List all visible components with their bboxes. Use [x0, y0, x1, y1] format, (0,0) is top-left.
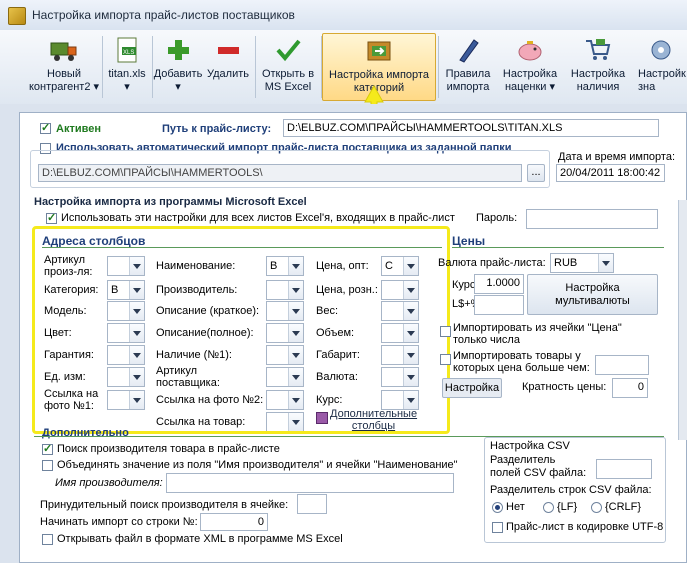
csv-row-sep-label: Разделитель строк CSV файла:	[490, 484, 652, 496]
manufacturer-name-input[interactable]	[166, 473, 454, 493]
import-rules-button[interactable]: Правила импорта	[440, 33, 496, 101]
price-multiplicity-label: Кратность цены:	[522, 381, 607, 393]
start-row-label: Начинать импорт со строки №:	[40, 516, 198, 528]
use-all-sheets-checkbox[interactable]	[46, 211, 57, 224]
csv-title: Настройка CSV	[490, 440, 570, 452]
csv-option-none-label: Нет	[506, 501, 525, 513]
scrollbar[interactable]	[678, 200, 687, 440]
settings-icon	[651, 40, 670, 60]
import-price-numbers-label: Импортировать из ячейки "Цена" только чи…	[453, 322, 622, 346]
import-price-above-label: Импортировать товары у которых цена боль…	[453, 350, 590, 374]
minus-icon	[218, 47, 239, 54]
percent-input[interactable]	[474, 295, 524, 315]
availability-settings-button[interactable]: Настройка наличия	[566, 33, 630, 101]
pen-icon	[459, 39, 479, 63]
csv-field-sep-label: Разделитель полей CSV файла:	[490, 454, 587, 479]
open-xml-label: Открывать файл в формате XML в программе…	[57, 533, 343, 545]
categories-icon	[367, 41, 391, 61]
search-manufacturer-label: Поиск производителя товара в прайс-листе	[57, 443, 280, 455]
open-xml-checkbox[interactable]	[42, 534, 53, 545]
excel-settings-title: Настройка импорта из программы Microsoft…	[34, 196, 307, 208]
price-above-input[interactable]	[595, 355, 649, 375]
toolbar: Новый контрагент2 ▾ XLS titan.xls ▾ Доба…	[0, 30, 687, 105]
utf8-label: Прайс-лист в кодировке UTF-8	[506, 521, 664, 533]
add-button[interactable]: Добавить ▾	[152, 33, 204, 101]
toolbar-separator	[102, 36, 103, 98]
setting-button[interactable]: Настройка	[442, 378, 502, 398]
csv-option-crlf[interactable]	[591, 502, 602, 513]
path-input[interactable]: D:\ELBUZ.COM\ПРАЙСЫ\HAMMERTOOLS\TITAN.XL…	[283, 119, 659, 137]
csv-option-lf[interactable]	[543, 502, 554, 513]
path-label: Путь к прайс-листу:	[162, 123, 272, 135]
csv-option-crlf-label: {CRLF}	[605, 501, 642, 513]
chevron-down-icon	[598, 254, 613, 272]
import-price-numbers-checkbox[interactable]	[440, 326, 451, 337]
xls-file-icon: XLS	[117, 37, 137, 63]
markup-settings-button[interactable]: Настройка наценки ▾	[498, 33, 562, 101]
new-contractor-button[interactable]: Новый контрагент2 ▾	[28, 33, 100, 101]
import-price-above-checkbox[interactable]	[440, 354, 451, 365]
checkmark-icon	[276, 39, 301, 62]
truck-icon	[50, 42, 77, 61]
prices-title-underline	[452, 247, 664, 248]
file-select-button[interactable]: XLS titan.xls ▾	[104, 33, 150, 101]
svg-text:XLS: XLS	[123, 50, 134, 56]
open-in-excel-button[interactable]: Открыть в MS Excel	[257, 33, 319, 101]
csv-field-sep-input[interactable]	[596, 459, 652, 479]
more-settings-button[interactable]: Настройк зна	[634, 33, 687, 101]
price-multiplicity-input[interactable]: 0	[612, 378, 648, 398]
cart-icon	[586, 39, 611, 60]
use-all-sheets-label: Использовать эти настройки для всех лист…	[61, 212, 455, 224]
additional-title: Дополнительно	[42, 427, 129, 439]
delete-button[interactable]: Удалить	[204, 33, 252, 101]
toolbar-separator	[255, 36, 256, 98]
prices-title: Цены	[452, 234, 486, 248]
browse-folder-button[interactable]: ...	[527, 164, 545, 182]
csv-option-lf-label: {LF}	[557, 501, 578, 513]
piggy-bank-icon	[518, 41, 542, 61]
currency-label: Валюта прайс-листа:	[438, 257, 546, 269]
forced-search-label: Принудительный поиск производителя в яче…	[40, 499, 289, 511]
password-label: Пароль:	[476, 212, 518, 224]
folder-input[interactable]: D:\ELBUZ.COM\ПРАЙСЫ\HAMMERTOOLS\	[38, 164, 522, 182]
currency-select[interactable]: RUB	[550, 253, 614, 273]
import-date-input[interactable]: 20/04/2011 18:00:42	[556, 164, 665, 182]
plus-icon	[168, 40, 189, 60]
forced-search-input[interactable]	[297, 494, 327, 514]
start-row-input[interactable]: 0	[200, 513, 268, 531]
csv-option-none[interactable]	[492, 502, 503, 513]
password-input[interactable]	[526, 209, 658, 229]
search-manufacturer-checkbox[interactable]	[42, 442, 53, 455]
app-icon	[8, 7, 26, 25]
rate-input[interactable]: 1.0000	[474, 274, 524, 294]
active-label: Активен	[56, 123, 101, 135]
merge-fields-label: Объединять значение из поля "Имя произво…	[57, 459, 458, 471]
currency-value: RUB	[554, 257, 578, 269]
multi-currency-button[interactable]: Настройка мультивалюты	[527, 274, 658, 315]
manufacturer-name-label: Имя производителя:	[55, 477, 163, 489]
active-checkbox[interactable]	[40, 121, 51, 134]
columns-highlight	[32, 226, 450, 434]
import-date-label: Дата и время импорта:	[558, 151, 676, 163]
window-title: Настройка импорта прайс-листов поставщик…	[32, 8, 295, 22]
toolbar-separator	[438, 36, 439, 98]
utf8-checkbox[interactable]	[492, 522, 503, 533]
merge-fields-checkbox[interactable]	[42, 460, 53, 471]
